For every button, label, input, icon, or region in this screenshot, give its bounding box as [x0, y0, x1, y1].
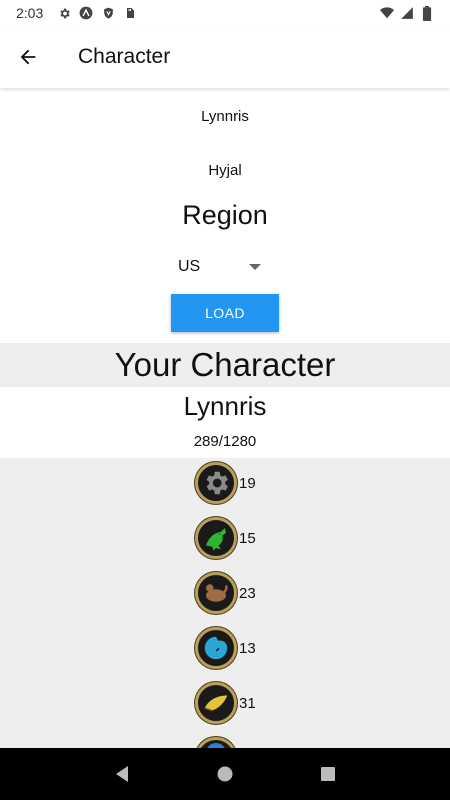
status-time: 2:03 [16, 5, 44, 21]
character-name-field[interactable]: Lynnris [0, 108, 450, 125]
back-button[interactable] [0, 29, 56, 85]
load-button[interactable]: LOAD [171, 294, 279, 332]
dropdown-arrow-icon [249, 264, 261, 270]
category-item-partial[interactable] [195, 737, 237, 748]
category-item[interactable]: 31 [195, 682, 256, 724]
category-count: 31 [239, 694, 256, 712]
app-bar: Character [0, 26, 450, 88]
sd-card-icon [123, 6, 137, 20]
category-list: 19 15 23 13 31 [0, 458, 450, 748]
category-item[interactable]: 13 [195, 627, 256, 669]
dragon-category-icon [195, 517, 237, 559]
category-count: 23 [239, 584, 256, 602]
status-icons-left [57, 6, 137, 20]
category-item[interactable]: 19 [195, 462, 256, 504]
nav-recents-button[interactable] [313, 759, 343, 789]
category-item[interactable]: 23 [195, 572, 256, 614]
region-dropdown[interactable]: US [178, 253, 262, 281]
status-icons-right [380, 5, 434, 21]
partial-category-icon [195, 737, 237, 748]
nav-home-button[interactable] [210, 759, 240, 789]
beast-category-icon [195, 572, 237, 614]
realm-field[interactable]: Hyjal [0, 162, 450, 179]
category-count: 19 [239, 474, 256, 492]
a-icon [79, 6, 93, 20]
circle-home-icon [217, 766, 233, 782]
content: Lynnris Hyjal Region US LOAD Your Charac… [0, 88, 450, 748]
swirl-category-icon [195, 627, 237, 669]
your-character-heading: Your Character [0, 343, 450, 387]
shield-icon [101, 6, 115, 20]
screen: 2:03 Character Lynnris Hyjal Region US L… [0, 0, 450, 800]
character-name-display: Lynnris [183, 391, 267, 421]
feather-category-icon [195, 682, 237, 724]
gear-category-icon [195, 462, 237, 504]
region-value: US [178, 258, 201, 275]
page-title: Character [78, 45, 171, 68]
achievement-progress: 289/1280 [193, 433, 257, 450]
triangle-back-icon [115, 766, 128, 782]
wifi-icon [380, 6, 394, 20]
signal-icon [400, 6, 414, 20]
system-nav-bar [0, 748, 450, 800]
square-recents-icon [321, 767, 336, 781]
category-count: 15 [239, 529, 256, 547]
status-bar: 2:03 [0, 0, 450, 26]
category-item[interactable]: 15 [195, 517, 256, 559]
battery-icon [420, 5, 434, 21]
region-heading: Region [182, 200, 268, 230]
gear-icon [57, 6, 71, 20]
arrow-back-icon [20, 49, 36, 65]
nav-back-button[interactable] [107, 759, 137, 789]
category-count: 13 [239, 639, 256, 657]
